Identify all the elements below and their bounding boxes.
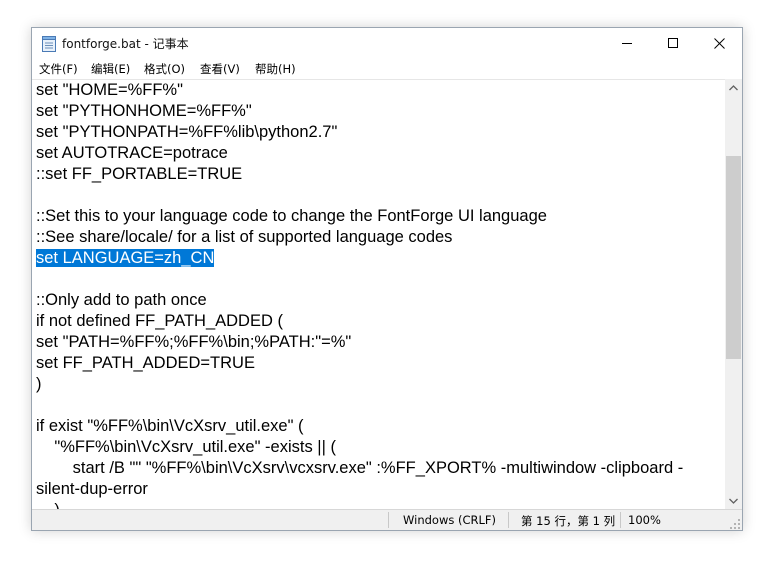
text-line[interactable]: set "HOME=%FF%" bbox=[36, 80, 724, 101]
notepad-window: fontforge.bat - 记事本 文件(F) 编辑(E) 格式(O) 查看… bbox=[31, 27, 743, 531]
text-line[interactable]: ::set FF_PORTABLE=TRUE bbox=[36, 164, 724, 185]
line-text[interactable]: ::See share/locale/ for a list of suppor… bbox=[36, 228, 452, 246]
status-zoom: 100% bbox=[628, 513, 661, 527]
status-cursor-position: 第 15 行，第 1 列 bbox=[521, 514, 616, 528]
line-text[interactable]: if exist "%FF%\bin\VcXsrv_util.exe" ( bbox=[36, 417, 304, 435]
resize-grip-icon[interactable] bbox=[729, 518, 741, 530]
close-icon bbox=[713, 37, 725, 49]
chevron-up-icon bbox=[729, 84, 738, 90]
text-line[interactable] bbox=[36, 185, 724, 206]
text-line[interactable]: silent-dup-error bbox=[36, 479, 724, 500]
text-line[interactable]: ) bbox=[36, 500, 724, 509]
text-line[interactable]: set LANGUAGE=zh_CN bbox=[36, 248, 724, 269]
menu-file[interactable]: 文件(F) bbox=[37, 60, 80, 78]
text-line[interactable]: set "PATH=%FF%;%FF%\bin;%PATH:"=%" bbox=[36, 332, 724, 353]
notepad-icon bbox=[42, 36, 56, 52]
window-title: fontforge.bat - 记事本 bbox=[62, 37, 189, 51]
line-text[interactable]: set "PYTHONHOME=%FF%" bbox=[36, 102, 252, 120]
line-text[interactable]: start /B "" "%FF%\bin\VcXsrv\vcxsrv.exe"… bbox=[36, 459, 684, 477]
text-line[interactable] bbox=[36, 395, 724, 416]
line-text[interactable]: ) bbox=[36, 375, 42, 393]
menu-help[interactable]: 帮助(H) bbox=[253, 60, 298, 78]
menu-format[interactable]: 格式(O) bbox=[142, 60, 187, 78]
text-editor[interactable]: set "HOME=%FF%" set "PYTHONHOME=%FF%" set … bbox=[32, 79, 725, 509]
line-text[interactable]: ::Set this to your language code to chan… bbox=[36, 207, 547, 225]
text-line[interactable]: set "PYTHONPATH=%FF%lib\python2.7" bbox=[36, 122, 724, 143]
maximize-button[interactable] bbox=[650, 28, 696, 58]
vertical-scrollbar[interactable] bbox=[725, 79, 742, 509]
text-line[interactable]: set "PYTHONHOME=%FF%" bbox=[36, 101, 724, 122]
scroll-up-button[interactable] bbox=[725, 79, 742, 96]
line-text[interactable]: ::set FF_PORTABLE=TRUE bbox=[36, 165, 242, 183]
line-text[interactable]: set "HOME=%FF%" bbox=[36, 81, 183, 99]
line-text[interactable]: ::Only add to path once bbox=[36, 291, 207, 309]
text-line[interactable]: ::Only add to path once bbox=[36, 290, 724, 311]
line-text[interactable]: "%FF%\bin\VcXsrv_util.exe" -exists || ( bbox=[36, 438, 336, 456]
scroll-down-button[interactable] bbox=[725, 492, 742, 509]
menu-edit[interactable]: 编辑(E) bbox=[89, 60, 132, 78]
status-bar: Windows (CRLF) 第 15 行，第 1 列 100% bbox=[32, 509, 742, 530]
text-line[interactable]: set FF_PATH_ADDED=TRUE bbox=[36, 353, 724, 374]
text-line[interactable]: set AUTOTRACE=potrace bbox=[36, 143, 724, 164]
text-line[interactable]: "%FF%\bin\VcXsrv_util.exe" -exists || ( bbox=[36, 437, 724, 458]
text-line[interactable]: if exist "%FF%\bin\VcXsrv_util.exe" ( bbox=[36, 416, 724, 437]
text-line[interactable]: if not defined FF_PATH_ADDED ( bbox=[36, 311, 724, 332]
text-line[interactable]: start /B "" "%FF%\bin\VcXsrv\vcxsrv.exe"… bbox=[36, 458, 724, 479]
line-text[interactable]: silent-dup-error bbox=[36, 480, 148, 498]
status-separator bbox=[620, 512, 621, 528]
line-text[interactable]: ) bbox=[36, 501, 60, 509]
minimize-button[interactable] bbox=[604, 28, 650, 58]
text-line[interactable]: ) bbox=[36, 374, 724, 395]
line-text[interactable]: set AUTOTRACE=potrace bbox=[36, 144, 228, 162]
status-separator bbox=[388, 512, 389, 528]
minimize-icon bbox=[622, 43, 632, 44]
text-line[interactable] bbox=[36, 269, 724, 290]
status-encoding: Windows (CRLF) bbox=[403, 513, 497, 527]
maximize-icon bbox=[668, 38, 678, 48]
status-separator bbox=[508, 512, 509, 528]
text-line[interactable]: ::Set this to your language code to chan… bbox=[36, 206, 724, 227]
title-bar[interactable]: fontforge.bat - 记事本 bbox=[32, 28, 742, 58]
line-text[interactable]: set FF_PATH_ADDED=TRUE bbox=[36, 354, 255, 372]
line-text[interactable]: set "PATH=%FF%;%FF%\bin;%PATH:"=%" bbox=[36, 333, 351, 351]
line-text[interactable]: if not defined FF_PATH_ADDED ( bbox=[36, 312, 283, 330]
text-content[interactable]: set "HOME=%FF%" set "PYTHONHOME=%FF%" set … bbox=[36, 80, 724, 509]
menu-view[interactable]: 查看(V) bbox=[198, 60, 242, 78]
line-text[interactable]: set "PYTHONPATH=%FF%lib\python2.7" bbox=[36, 123, 337, 141]
scroll-thumb[interactable] bbox=[726, 156, 741, 359]
text-line[interactable]: ::See share/locale/ for a list of suppor… bbox=[36, 227, 724, 248]
close-button[interactable] bbox=[696, 28, 742, 58]
selected-text[interactable]: set LANGUAGE=zh_CN bbox=[36, 249, 215, 267]
menu-bar: 文件(F) 编辑(E) 格式(O) 查看(V) 帮助(H) bbox=[32, 58, 742, 79]
chevron-down-icon bbox=[729, 498, 738, 504]
